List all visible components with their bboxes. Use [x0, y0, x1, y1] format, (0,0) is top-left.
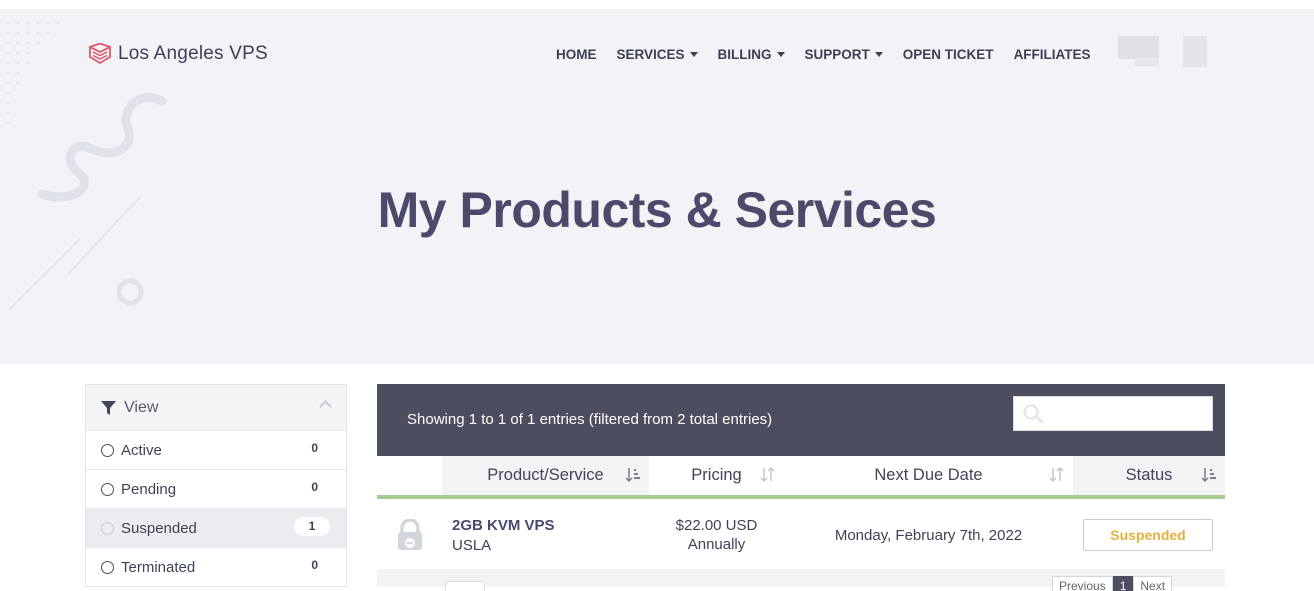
- nav-open-ticket-label: OPEN TICKET: [902, 47, 994, 62]
- pagination-current-page[interactable]: 1: [1112, 576, 1134, 591]
- billing-cycle: Annually: [687, 536, 746, 553]
- radio-icon[interactable]: [101, 560, 114, 574]
- nav-support[interactable]: SUPPORT: [805, 47, 883, 62]
- page-length-select[interactable]: [445, 581, 485, 591]
- table-footer: Previous 1 Next: [377, 569, 1225, 591]
- pagination: Previous 1 Next: [1052, 576, 1173, 591]
- nav-affiliates[interactable]: AFFILIATES: [1014, 47, 1091, 62]
- filter-item-label: Suspended: [121, 519, 197, 537]
- pricing-cell: $22.00 USD Annually: [649, 501, 784, 569]
- filter-item-label: Active: [121, 441, 162, 459]
- nav-home[interactable]: HOME: [556, 47, 597, 62]
- radio-icon[interactable]: [101, 521, 114, 535]
- account-menu[interactable]: [1183, 36, 1207, 67]
- table-search-input[interactable]: [1013, 396, 1213, 431]
- hero-banner: Los Angeles VPS HOME SERVICES BILLING SU…: [0, 9, 1314, 364]
- search-icon: [1023, 404, 1044, 424]
- filter-item-count: 1: [294, 517, 330, 536]
- services-table: Showing 1 to 1 of 1 entries (filtered fr…: [377, 384, 1225, 591]
- product-location: USLA: [452, 536, 492, 554]
- sort-icon: [1049, 467, 1064, 483]
- column-header-label: Product/Service: [487, 466, 604, 484]
- top-strip: [0, 0, 1314, 9]
- product-cell: 2GB KVM VPS USLA: [452, 501, 555, 569]
- nav-billing-label: BILLING: [717, 47, 772, 62]
- column-header-pricing[interactable]: Pricing: [649, 456, 784, 495]
- column-header-label: Status: [1125, 466, 1173, 484]
- view-filter-title: View: [124, 398, 159, 416]
- pagination-next[interactable]: Next: [1133, 576, 1173, 591]
- filter-item-label: Terminated: [121, 558, 196, 576]
- column-header-label: Pricing: [691, 466, 742, 484]
- chevron-up-icon[interactable]: [319, 400, 332, 413]
- price-amount: $22.00 USD: [675, 517, 758, 534]
- table-row[interactable]: 2GB KVM VPS USLA $22.00 USD Annually Mon…: [377, 501, 1225, 569]
- filter-item-count: 0: [311, 441, 318, 455]
- product-name[interactable]: 2GB KVM VPS: [452, 517, 555, 534]
- brand-logo-icon: [89, 43, 111, 65]
- nav-services[interactable]: SERVICES: [617, 47, 698, 62]
- filter-item-count: 0: [311, 480, 318, 494]
- nav-affiliates-label: AFFILIATES: [1013, 47, 1091, 62]
- page-title: My Products & Services: [377, 182, 937, 238]
- filter-item-label: Pending: [121, 480, 177, 498]
- filter-item-active[interactable]: Active 0: [86, 431, 346, 470]
- column-header-product[interactable]: Product/Service: [442, 456, 649, 495]
- due-date: Monday, February 7th, 2022: [834, 526, 1023, 544]
- status-cell: Suspended: [1083, 501, 1213, 569]
- chevron-down-icon: [776, 52, 785, 57]
- lock-cell: [396, 501, 424, 569]
- view-filter-header[interactable]: View: [86, 385, 346, 431]
- table-header: Product/Service Pricing Next Due Date St…: [377, 456, 1225, 499]
- nav-billing[interactable]: BILLING: [718, 47, 785, 62]
- language-selector[interactable]: [1118, 36, 1159, 66]
- sort-icon: [760, 467, 775, 483]
- column-header-status[interactable]: Status: [1073, 456, 1225, 495]
- filter-item-terminated[interactable]: Terminated 0: [86, 548, 346, 587]
- filter-item-count: 0: [311, 558, 318, 572]
- filter-item-pending[interactable]: Pending 0: [86, 470, 346, 509]
- brand-name: Los Angeles VPS: [118, 43, 268, 64]
- column-header-next-due-date[interactable]: Next Due Date: [784, 456, 1073, 495]
- radio-icon[interactable]: [101, 443, 114, 457]
- brand-logo[interactable]: Los Angeles VPS: [88, 43, 268, 65]
- column-header-label: Next Due Date: [874, 466, 983, 484]
- filter-item-suspended[interactable]: Suspended 1: [86, 509, 346, 548]
- pagination-previous[interactable]: Previous: [1052, 576, 1113, 591]
- table-info: Showing 1 to 1 of 1 entries (filtered fr…: [407, 411, 773, 428]
- chevron-down-icon: [689, 52, 698, 57]
- table-toolbar: Showing 1 to 1 of 1 entries (filtered fr…: [377, 384, 1225, 456]
- nav-services-label: SERVICES: [616, 47, 685, 62]
- view-filter-panel: View Active 0 Pending 0 Suspended 1 Term…: [85, 384, 347, 587]
- radio-icon[interactable]: [101, 482, 114, 496]
- nav-home-label: HOME: [556, 47, 597, 62]
- sort-desc-icon: [1201, 468, 1216, 483]
- sort-desc-icon: [625, 468, 640, 483]
- nav-open-ticket[interactable]: OPEN TICKET: [903, 47, 994, 62]
- due-date-cell: Monday, February 7th, 2022: [784, 501, 1073, 569]
- column-header-icon: [377, 456, 442, 495]
- lock-icon: [398, 519, 422, 550]
- nav-support-label: SUPPORT: [804, 47, 870, 62]
- filter-icon: [101, 400, 116, 415]
- status-badge: Suspended: [1083, 519, 1213, 551]
- main-nav: HOME SERVICES BILLING SUPPORT OPEN TICKE…: [556, 47, 1111, 62]
- chevron-down-icon: [874, 52, 883, 57]
